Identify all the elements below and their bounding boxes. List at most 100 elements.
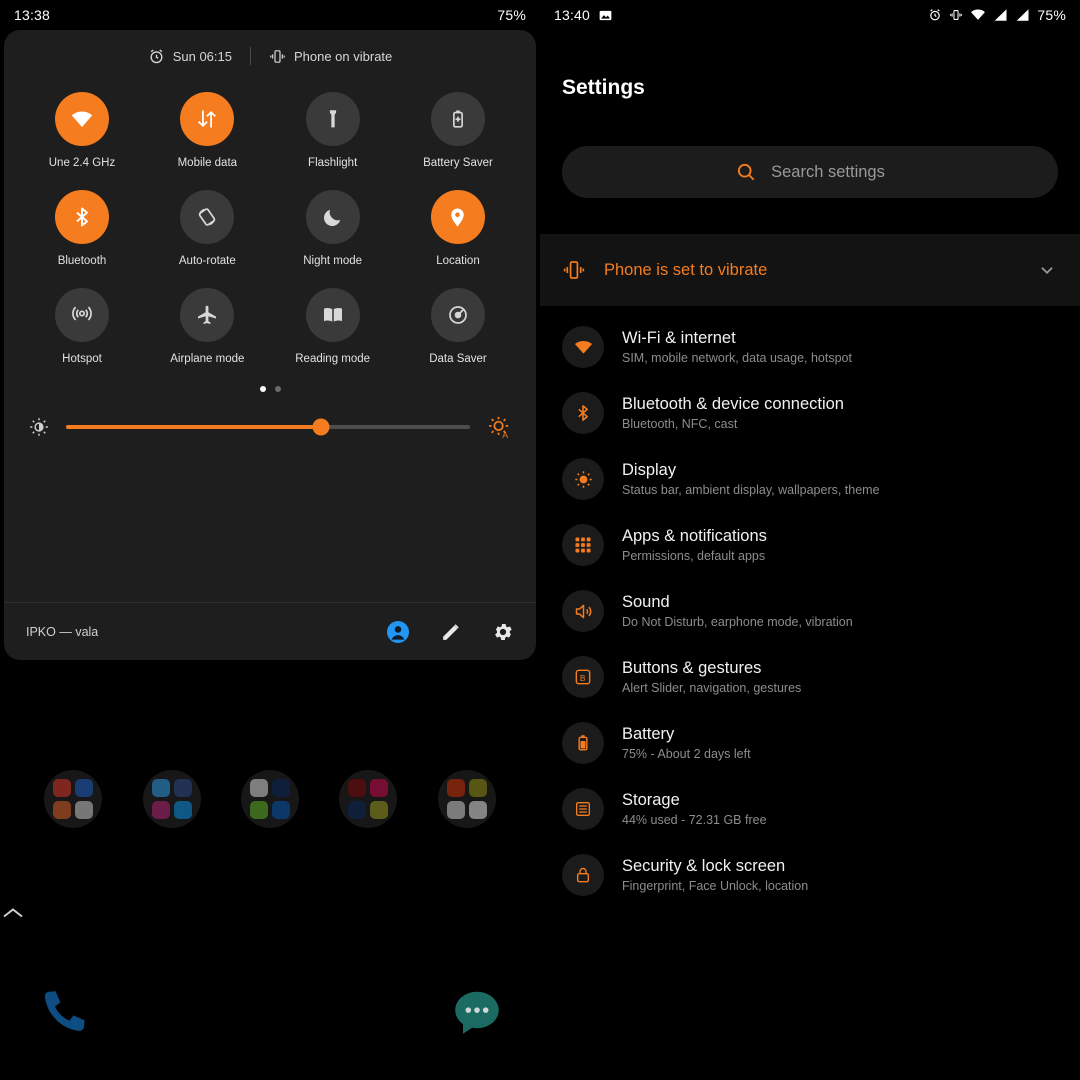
settings-item-bluetooth[interactable]: Bluetooth & device connection Bluetooth,… [540, 380, 1080, 446]
settings-item-subtitle: Fingerprint, Face Unlock, location [622, 879, 809, 893]
settings-item-wifi[interactable]: Wi-Fi & internet SIM, mobile network, da… [540, 314, 1080, 380]
app-icon-mini [75, 801, 94, 819]
app-icon-mini [173, 801, 192, 819]
tile-label: Flashlight [308, 157, 358, 169]
image-notification-icon [598, 8, 613, 23]
app-icon-mini [468, 779, 487, 797]
home-folders-row [0, 770, 540, 828]
tile-mobile-data[interactable]: Mobile data [155, 92, 259, 169]
moon-icon [305, 190, 360, 244]
tile-auto-rotate[interactable]: Auto-rotate [155, 190, 259, 267]
app-icon-mini [271, 779, 290, 797]
app-icon-mini [53, 801, 72, 819]
app-icon-mini [446, 779, 465, 797]
ringer-mode-label: Phone on vibrate [293, 48, 393, 64]
settings-item-security[interactable]: Security & lock screen Fingerprint, Face… [540, 842, 1080, 908]
storage-icon [562, 788, 604, 830]
page-dot-1[interactable] [259, 386, 266, 392]
chevron-down-icon[interactable] [1036, 259, 1058, 281]
gear-icon[interactable] [492, 621, 514, 643]
apps-grid-icon [562, 524, 604, 566]
reading-mode-icon [305, 288, 360, 342]
tile-location[interactable]: Location [406, 190, 510, 267]
folder-browsers[interactable] [44, 770, 103, 828]
brightness-icon [562, 458, 604, 500]
buttons-icon: B [562, 656, 604, 698]
folder-media[interactable] [339, 770, 398, 828]
folder-social[interactable] [142, 770, 201, 828]
app-icon-mini [468, 801, 487, 819]
tile-bluetooth[interactable]: Bluetooth [30, 190, 134, 267]
settings-item-subtitle: 44% used - 72.31 GB free [622, 813, 767, 827]
hotspot-icon [55, 288, 109, 342]
tile-label: Auto-rotate [178, 255, 236, 267]
alarm-icon [148, 48, 165, 65]
phone-icon[interactable] [34, 984, 92, 1042]
settings-item-buttons[interactable]: B Buttons & gestures Alert Slider, navig… [540, 644, 1080, 710]
brightness-slider[interactable] [66, 418, 470, 436]
tile-battery-saver[interactable]: Battery Saver [406, 92, 510, 169]
svg-text:A: A [502, 430, 508, 440]
tile-label: Airplane mode [170, 353, 245, 365]
brightness-low-icon [28, 416, 50, 438]
tile-data-saver[interactable]: Data Saver [406, 288, 510, 365]
airplane-icon [180, 288, 235, 342]
settings-item-sound[interactable]: Sound Do Not Disturb, earphone mode, vib… [540, 578, 1080, 644]
brightness-slider-fill [66, 425, 321, 429]
app-icon-mini [348, 801, 367, 819]
tile-label: Battery Saver [423, 157, 493, 169]
settings-item-storage[interactable]: Storage 44% used - 72.31 GB free [540, 776, 1080, 842]
app-icon-mini [249, 801, 268, 819]
app-icon-mini [173, 779, 192, 797]
shade-footer: IPKO — vala [4, 602, 536, 660]
vibrate-icon [269, 48, 286, 65]
brightness-slider-thumb[interactable] [312, 418, 330, 436]
shade-header: Sun 06:15 Phone on vibrate [4, 30, 536, 82]
folder-tools[interactable] [240, 770, 299, 828]
right-panel-settings: 13:40 75% Settings Search settings Phone… [540, 0, 1080, 1080]
settings-item-subtitle: Do Not Disturb, earphone mode, vibration [622, 615, 853, 629]
tile-label: Hotspot [62, 353, 102, 365]
tile-airplane-mode[interactable]: Airplane mode [155, 288, 259, 365]
signal-bars-sim1-icon [993, 8, 1008, 22]
vibrate-icon [562, 258, 586, 282]
user-account-icon[interactable] [386, 620, 410, 644]
header-divider [249, 47, 251, 65]
tile-flashlight[interactable]: Flashlight [281, 92, 385, 169]
tile-night-mode[interactable]: Night mode [281, 190, 385, 267]
tile-label: Une 2.4 GHz [48, 157, 116, 169]
search-settings-bar[interactable]: Search settings [562, 146, 1058, 198]
alarm-time-label: Sun 06:15 [172, 48, 232, 64]
tile-hotspot[interactable]: Hotspot [30, 288, 134, 365]
wifi-icon [562, 326, 604, 368]
settings-item-subtitle: Status bar, ambient display, wallpapers,… [622, 483, 880, 497]
folder-misc[interactable] [437, 770, 496, 828]
tile-reading-mode[interactable]: Reading mode [281, 288, 385, 365]
settings-item-battery[interactable]: Battery 75% - About 2 days left [540, 710, 1080, 776]
tile-label: Bluetooth [57, 255, 107, 267]
page-dot-2[interactable] [274, 386, 281, 392]
status-battery-percent: 75% [497, 7, 526, 23]
app-drawer-chevron-icon[interactable] [0, 905, 540, 921]
lock-icon [562, 854, 604, 896]
settings-item-title: Buttons & gestures [622, 659, 762, 677]
settings-item-display[interactable]: Display Status bar, ambient display, wal… [540, 446, 1080, 512]
mobile-data-icon [180, 92, 235, 146]
location-pin-icon [430, 190, 485, 244]
vibrate-banner[interactable]: Phone is set to vibrate [540, 234, 1080, 306]
home-dock [0, 984, 540, 1042]
edit-pencil-icon[interactable] [440, 621, 462, 643]
quick-settings-tiles: Une 2.4 GHz Mobile data Flashlight Batte… [4, 82, 536, 365]
messages-icon[interactable] [448, 984, 506, 1042]
carrier-label: IPKO — vala [26, 624, 99, 639]
auto-brightness-icon[interactable]: A [486, 414, 512, 440]
data-saver-icon [430, 288, 485, 342]
settings-item-title: Sound [622, 593, 670, 611]
app-icon-mini [75, 779, 94, 797]
tile-wifi[interactable]: Une 2.4 GHz [30, 92, 134, 169]
settings-list: Wi-Fi & internet SIM, mobile network, da… [540, 314, 1080, 908]
speaker-icon [562, 590, 604, 632]
app-icon-mini [271, 801, 290, 819]
settings-item-title: Security & lock screen [622, 857, 786, 875]
settings-item-apps[interactable]: Apps & notifications Permissions, defaul… [540, 512, 1080, 578]
